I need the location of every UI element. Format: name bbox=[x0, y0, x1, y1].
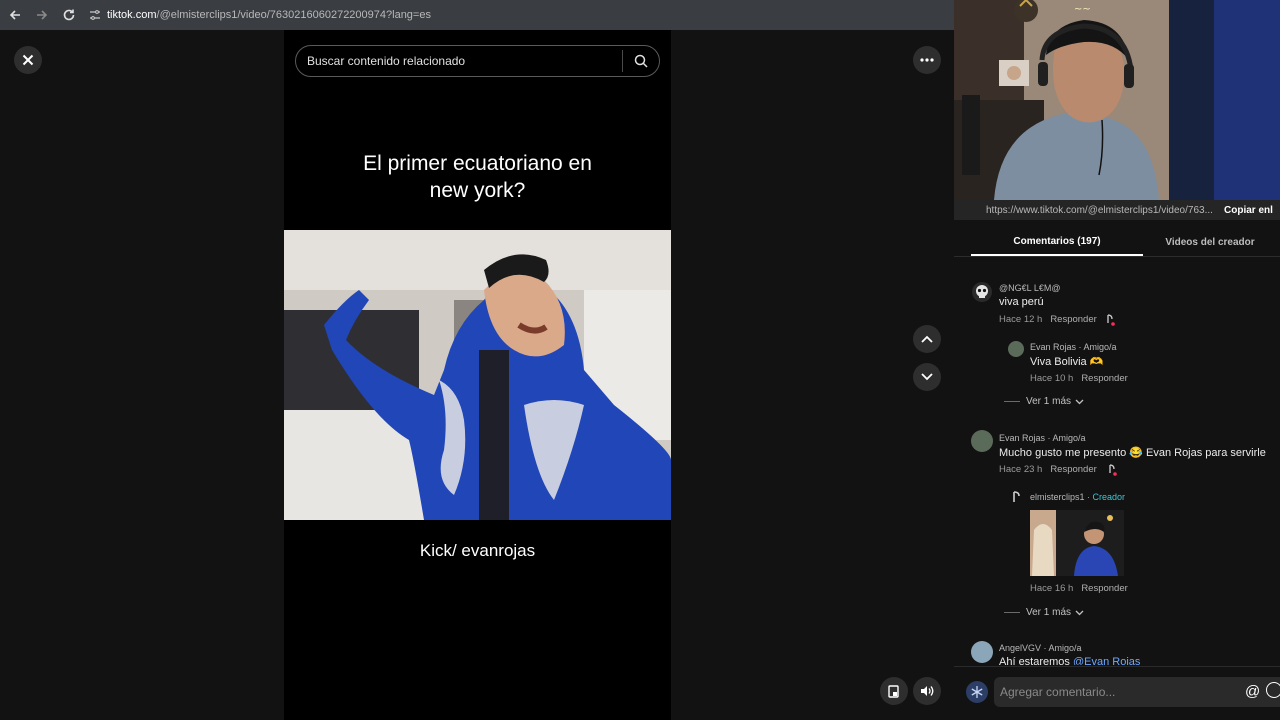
mention-button[interactable]: @ bbox=[1245, 683, 1260, 700]
related-search bbox=[295, 45, 660, 77]
skull-avatar-icon bbox=[976, 285, 988, 298]
comment-mention[interactable]: @Evan Rojas bbox=[1073, 656, 1140, 665]
previous-video-button[interactable] bbox=[913, 325, 941, 353]
creator-like-icon[interactable] bbox=[1107, 464, 1117, 476]
avatar[interactable] bbox=[971, 430, 993, 452]
video-title-line-1: El primer ecuatoriano en bbox=[363, 152, 592, 175]
avatar[interactable] bbox=[971, 641, 993, 663]
comments-panel: ~~ https://www.tiktok.com/@elmisterclips… bbox=[954, 0, 1280, 720]
next-video-button[interactable] bbox=[913, 363, 941, 391]
snowflake-icon bbox=[971, 686, 983, 698]
volume-icon bbox=[921, 686, 934, 696]
creator-username: elmisterclips1 bbox=[1030, 492, 1085, 502]
forward-button[interactable] bbox=[30, 3, 54, 27]
close-button[interactable] bbox=[14, 46, 42, 74]
video-player[interactable]: El primer ecuatoriano en new york? Kick/… bbox=[284, 30, 671, 720]
search-icon bbox=[634, 54, 648, 68]
creator-tag: · Creador bbox=[1087, 492, 1126, 502]
url-path: /@elmisterclips1/video/76302160602722009… bbox=[156, 9, 431, 21]
view-more-line bbox=[1004, 401, 1020, 402]
svg-text:~~: ~~ bbox=[1074, 4, 1091, 15]
view-more-replies[interactable]: Ver 1 más bbox=[1004, 396, 1084, 407]
reply-media-thumbnail[interactable] bbox=[1030, 510, 1124, 576]
tab-creator-videos[interactable]: Videos del creador bbox=[1150, 228, 1270, 256]
comment-text: viva perú bbox=[999, 296, 1044, 308]
comment-text-body: Ahí estaremos bbox=[999, 656, 1073, 665]
comment-meta: Hace 23 h Responder bbox=[999, 464, 1097, 475]
video-frame-image bbox=[284, 230, 671, 520]
creator-avatar[interactable] bbox=[1008, 490, 1024, 506]
copy-link-button[interactable]: Copiar enl bbox=[1224, 205, 1273, 216]
comment-text: Ahí estaremos @Evan Rojas bbox=[999, 656, 1140, 665]
video-frame bbox=[284, 230, 671, 520]
reply-button[interactable]: Responder bbox=[1050, 464, 1096, 475]
creator-like-icon[interactable] bbox=[1105, 314, 1115, 326]
arrow-left-icon bbox=[9, 10, 20, 20]
floating-player-button[interactable] bbox=[880, 677, 908, 705]
comment-username[interactable]: AngelVGV · Amigo/a bbox=[999, 643, 1082, 653]
comment-text: Mucho gusto me presento 😂 Evan Rojas par… bbox=[999, 447, 1266, 459]
comment-composer: @ bbox=[954, 666, 1280, 720]
view-more-line bbox=[1004, 612, 1020, 613]
chevron-down-icon bbox=[1075, 610, 1084, 615]
more-options-button[interactable] bbox=[913, 46, 941, 74]
browser-toolbar: tiktok.com/@elmisterclips1/video/7630216… bbox=[0, 0, 954, 30]
chevron-down-icon bbox=[921, 373, 933, 381]
video-title-line-2: new york? bbox=[429, 179, 526, 202]
video-viewer: El primer ecuatoriano en new york? Kick/… bbox=[0, 30, 954, 720]
comments-list: @NG€L L€M@ viva perú Hace 12 h Responder … bbox=[954, 257, 1280, 665]
view-more-label: Ver 1 más bbox=[1026, 396, 1072, 407]
back-button[interactable] bbox=[3, 3, 27, 27]
comment-time: Hace 23 h bbox=[999, 464, 1043, 475]
reload-icon bbox=[63, 9, 75, 21]
search-input[interactable] bbox=[296, 54, 622, 68]
chevron-up-icon bbox=[921, 335, 933, 343]
video-title-overlay: El primer ecuatoriano en new york? bbox=[284, 150, 671, 204]
panel-tabs: Comentarios (197) Videos del creador bbox=[954, 228, 1280, 256]
view-more-label: Ver 1 más bbox=[1026, 607, 1072, 618]
comment-username[interactable]: @NG€L L€M@ bbox=[999, 283, 1060, 293]
comment-text: Viva Bolivia 🫶 bbox=[1030, 356, 1104, 368]
comment-time: Hace 10 h bbox=[1030, 373, 1074, 384]
comment-meta: Hace 12 h Responder bbox=[999, 314, 1097, 325]
comment-time: Hace 12 h bbox=[999, 314, 1043, 325]
volume-button[interactable] bbox=[913, 677, 941, 705]
comment-username[interactable]: elmisterclips1 · Creador bbox=[1030, 492, 1125, 502]
comment-meta: Hace 10 h Responder bbox=[1030, 373, 1128, 384]
address-bar[interactable]: tiktok.com/@elmisterclips1/video/7630216… bbox=[89, 9, 431, 21]
my-avatar bbox=[966, 681, 988, 703]
emoji-icon[interactable] bbox=[1266, 682, 1280, 698]
comment-input[interactable] bbox=[994, 677, 1280, 707]
avatar[interactable] bbox=[972, 282, 992, 302]
reply-button[interactable]: Responder bbox=[1050, 314, 1096, 325]
comment-username[interactable]: Evan Rojas · Amigo/a bbox=[1030, 342, 1117, 352]
close-icon bbox=[22, 54, 34, 66]
avatar[interactable] bbox=[1008, 341, 1024, 357]
comment-username[interactable]: Evan Rojas · Amigo/a bbox=[999, 433, 1086, 443]
ellipsis-icon bbox=[920, 58, 934, 62]
comment-meta: Hace 16 h Responder bbox=[1030, 583, 1128, 594]
reload-button[interactable] bbox=[57, 3, 81, 27]
share-link-row: https://www.tiktok.com/@elmisterclips1/v… bbox=[954, 200, 1280, 220]
share-url: https://www.tiktok.com/@elmisterclips1/v… bbox=[986, 204, 1213, 216]
site-settings-icon bbox=[90, 10, 100, 20]
arrow-right-icon bbox=[37, 10, 48, 20]
webcam-overlay: ~~ bbox=[954, 0, 1280, 200]
tab-comments[interactable]: Comentarios (197) bbox=[971, 228, 1143, 256]
comment-time: Hace 16 h bbox=[1030, 583, 1074, 594]
thumbnail-image bbox=[1030, 510, 1124, 576]
video-caption-overlay: Kick/ evanrojas bbox=[419, 541, 536, 560]
url-domain: tiktok.com bbox=[107, 9, 157, 21]
webcam-image: ~~ bbox=[954, 0, 1280, 200]
reply-button[interactable]: Responder bbox=[1081, 583, 1127, 594]
chevron-down-icon bbox=[1075, 399, 1084, 404]
floating-player-icon bbox=[888, 684, 899, 698]
reply-button[interactable]: Responder bbox=[1081, 373, 1127, 384]
search-button[interactable] bbox=[623, 54, 659, 68]
view-more-replies[interactable]: Ver 1 más bbox=[1004, 607, 1084, 618]
